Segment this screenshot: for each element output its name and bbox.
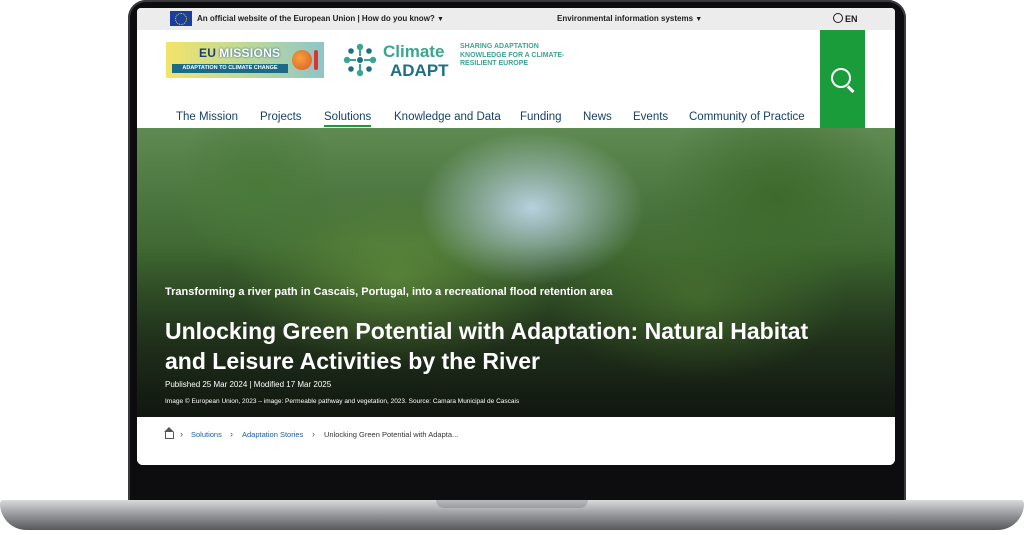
browser-screen: An official website of the European Unio… xyxy=(137,8,895,465)
eu-top-bar: An official website of the European Unio… xyxy=(137,8,895,30)
publish-dates: Published 25 Mar 2024 | Modified 17 Mar … xyxy=(165,380,332,389)
eu-flag-icon xyxy=(170,11,192,26)
globe-icon xyxy=(292,50,312,70)
site-tagline: SHARING ADAPTATION KNOWLEDGE FOR A CLIMA… xyxy=(460,43,565,67)
climate-adapt-logo-icon[interactable] xyxy=(342,42,378,78)
nav-item-funding[interactable]: Funding xyxy=(520,111,562,125)
nav-item-events[interactable]: Events xyxy=(633,111,668,125)
hero-subtitle: Transforming a river path in Cascais, Po… xyxy=(165,286,613,298)
image-credit: Image © European Union, 2023 – image: Pe… xyxy=(165,398,520,405)
globe-icon xyxy=(833,13,843,23)
hero-banner: Transforming a river path in Cascais, Po… xyxy=(137,128,895,417)
thermometer-icon xyxy=(314,50,318,70)
breadcrumb-adaptation-stories[interactable]: Adaptation Stories xyxy=(242,430,303,439)
laptop-notch xyxy=(436,500,588,508)
search-button[interactable] xyxy=(820,30,865,128)
nav-item-news[interactable]: News xyxy=(583,111,612,125)
home-icon[interactable] xyxy=(164,427,174,439)
breadcrumb-current: Unlocking Green Potential with Adapta... xyxy=(324,430,459,439)
breadcrumb: › Solutions › Adaptation Stories › Unloc… xyxy=(137,417,895,465)
nav-item-projects[interactable]: Projects xyxy=(260,111,302,125)
page-title: Unlocking Green Potential with Adaptatio… xyxy=(165,318,809,374)
language-selector[interactable]: EN xyxy=(833,13,858,24)
main-nav: The Mission Projects Solutions Knowledge… xyxy=(137,111,820,129)
breadcrumb-solutions[interactable]: Solutions xyxy=(191,430,222,439)
eu-missions-logo[interactable]: EU MISSIONS ADAPTATION TO CLIMATE CHANGE xyxy=(166,42,324,78)
nav-item-knowledge-and-data[interactable]: Knowledge and Data xyxy=(394,111,501,125)
official-eu-notice[interactable]: An official website of the European Unio… xyxy=(197,14,444,23)
chevron-down-icon: ▼ xyxy=(437,16,444,23)
nav-item-solutions[interactable]: Solutions xyxy=(324,111,372,127)
climate-adapt-name-adapt[interactable]: ADAPT xyxy=(390,61,449,81)
site-header: EU MISSIONS ADAPTATION TO CLIMATE CHANGE … xyxy=(137,30,895,128)
nav-item-the-mission[interactable]: The Mission xyxy=(176,111,238,125)
chevron-right-icon: › xyxy=(230,429,233,439)
chevron-down-icon: ▼ xyxy=(695,16,703,23)
environmental-systems-menu[interactable]: Environmental information systems ▼ xyxy=(557,14,702,23)
chevron-right-icon: › xyxy=(180,429,183,439)
chevron-right-icon: › xyxy=(312,429,315,439)
nav-item-community-of-practice[interactable]: Community of Practice xyxy=(689,111,805,125)
climate-adapt-name[interactable]: Climate xyxy=(383,42,444,62)
